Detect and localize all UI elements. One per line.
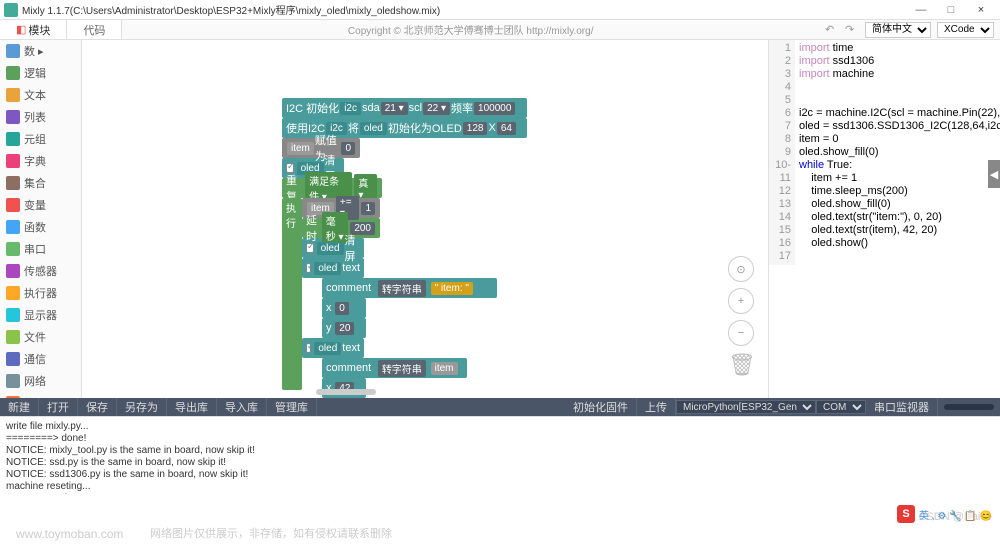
sidebar-item[interactable]: 文件 bbox=[0, 326, 81, 348]
block-do: 执行 bbox=[282, 198, 302, 390]
sidebar-item[interactable]: 变量 bbox=[0, 194, 81, 216]
window-titlebar: Mixly 1.1.7(C:\Users\Administrator\Deskt… bbox=[0, 0, 1000, 20]
zoom-out-button[interactable]: − bbox=[728, 320, 754, 346]
new-button[interactable]: 新建 bbox=[0, 398, 39, 416]
bottom-toolbar: 新建 打开 保存 另存为 导出库 导入库 管理库 初始化固件 上传 MicroP… bbox=[0, 398, 1000, 416]
block-text2-comment[interactable]: comment 转字符串 item bbox=[322, 358, 467, 378]
block-clear2[interactable]: oled 清屏 bbox=[302, 238, 364, 258]
sidebar-item[interactable]: 网络 bbox=[0, 370, 81, 392]
block-text1-comment[interactable]: comment 转字符串 " item: " bbox=[322, 278, 497, 298]
block-text1-x[interactable]: x 0 bbox=[322, 298, 366, 318]
category-sidebar: 数 ▸逻辑文本列表元组字典集合变量函数串口传感器执行器显示器文件通信网络物联网自… bbox=[0, 40, 82, 398]
blocks-workspace[interactable]: I2C 初始化 i2c sda 21 ▾ scl 22 ▾ 频率 100000 … bbox=[82, 40, 768, 398]
board-select[interactable]: MicroPython[ESP32_Generic] bbox=[676, 400, 816, 414]
sidebar-item[interactable]: 执行器 bbox=[0, 282, 81, 304]
close-button[interactable]: × bbox=[966, 0, 996, 20]
sidebar-item[interactable]: 传感器 bbox=[0, 260, 81, 282]
sidebar-item[interactable]: 函数 bbox=[0, 216, 81, 238]
sidebar-item[interactable]: 通信 bbox=[0, 348, 81, 370]
block-assign[interactable]: item 赋值为 0 bbox=[282, 138, 360, 158]
serial-monitor-button[interactable]: 串口监视器 bbox=[866, 398, 938, 416]
redo-icon[interactable]: ↷ bbox=[845, 23, 859, 37]
block-i2c-init[interactable]: I2C 初始化 i2c sda 21 ▾ scl 22 ▾ 频率 100000 bbox=[282, 98, 527, 118]
minimize-button[interactable]: — bbox=[906, 0, 936, 20]
checkbox-icon[interactable] bbox=[286, 163, 294, 173]
maximize-button[interactable]: □ bbox=[936, 0, 966, 20]
open-button[interactable]: 打开 bbox=[39, 398, 78, 416]
sidebar-item[interactable]: 文本 bbox=[0, 84, 81, 106]
block-repeat[interactable]: 重复 满足条件 ▾ 真 ▾ bbox=[282, 178, 382, 198]
save-button[interactable]: 保存 bbox=[78, 398, 117, 416]
language-select[interactable]: 简体中文 bbox=[865, 22, 931, 38]
block-text2-head[interactable]: oled text bbox=[302, 338, 364, 358]
trash-icon[interactable]: 🗑 bbox=[728, 352, 754, 384]
port-select[interactable]: COM7 ▾ bbox=[816, 400, 866, 414]
sidebar-item[interactable]: 显示器 bbox=[0, 304, 81, 326]
sidebar-item[interactable]: 串口 bbox=[0, 238, 81, 260]
undo-icon[interactable]: ↶ bbox=[825, 23, 839, 37]
sidebar-item[interactable]: 集合 bbox=[0, 172, 81, 194]
checkbox-icon[interactable] bbox=[306, 243, 314, 253]
console-output: write file mixly.py...========> done!NOT… bbox=[0, 416, 1000, 494]
checkbox-icon[interactable] bbox=[306, 343, 311, 353]
sogou-icon[interactable]: S bbox=[897, 505, 915, 523]
block-delay[interactable]: 延时 毫秒 ▾ 200 bbox=[302, 218, 380, 238]
code-panel: 12345678910‑11121314151617 import time i… bbox=[768, 40, 1000, 398]
init-firmware-button[interactable]: 初始化固件 bbox=[565, 398, 637, 416]
saveas-button[interactable]: 另存为 bbox=[117, 398, 167, 416]
theme-select[interactable]: XCode bbox=[937, 22, 994, 38]
upload-button[interactable]: 上传 bbox=[637, 398, 676, 416]
top-bar: ◧模块 代码 Copyright © 北京师范大学傅骞博士团队 http://m… bbox=[0, 20, 1000, 40]
progress-bar bbox=[944, 404, 994, 410]
tab-code[interactable]: 代码 bbox=[67, 20, 122, 39]
manage-button[interactable]: 管理库 bbox=[267, 398, 317, 416]
watermark-text: 网络图片仅供展示，非存储，如有侵权请联系删除 bbox=[150, 525, 392, 541]
sidebar-item[interactable]: 逻辑 bbox=[0, 62, 81, 84]
watermark-url: www.toymoban.com bbox=[16, 527, 123, 541]
copyright-text: Copyright © 北京师范大学傅骞博士团队 http://mixly.or… bbox=[122, 22, 819, 37]
line-gutter: 12345678910‑11121314151617 bbox=[769, 40, 795, 265]
ime-status[interactable]: 英 , ⚙ 🔧 📋 😊 bbox=[919, 507, 992, 522]
ime-badges[interactable]: S 英 , ⚙ 🔧 📋 😊 bbox=[897, 505, 992, 523]
sidebar-item[interactable]: 列表 bbox=[0, 106, 81, 128]
center-button[interactable]: ⊙ bbox=[728, 256, 754, 282]
sidebar-item[interactable]: 元组 bbox=[0, 128, 81, 150]
app-icon bbox=[4, 3, 18, 17]
import-button[interactable]: 导入库 bbox=[217, 398, 267, 416]
sidebar-item[interactable]: 字典 bbox=[0, 150, 81, 172]
collapse-icon[interactable]: ◀ bbox=[988, 160, 1000, 188]
zoom-in-button[interactable]: + bbox=[728, 288, 754, 314]
code-text: import time import ssd1306 import machin… bbox=[795, 40, 1000, 252]
horizontal-scrollbar[interactable] bbox=[164, 388, 528, 396]
export-button[interactable]: 导出库 bbox=[167, 398, 217, 416]
sidebar-item[interactable]: 数 ▸ bbox=[0, 40, 81, 62]
tab-blocks[interactable]: ◧模块 bbox=[0, 20, 67, 39]
window-title: Mixly 1.1.7(C:\Users\Administrator\Deskt… bbox=[22, 2, 906, 17]
block-text1-y[interactable]: y 20 bbox=[322, 318, 366, 338]
checkbox-icon[interactable] bbox=[306, 263, 311, 273]
